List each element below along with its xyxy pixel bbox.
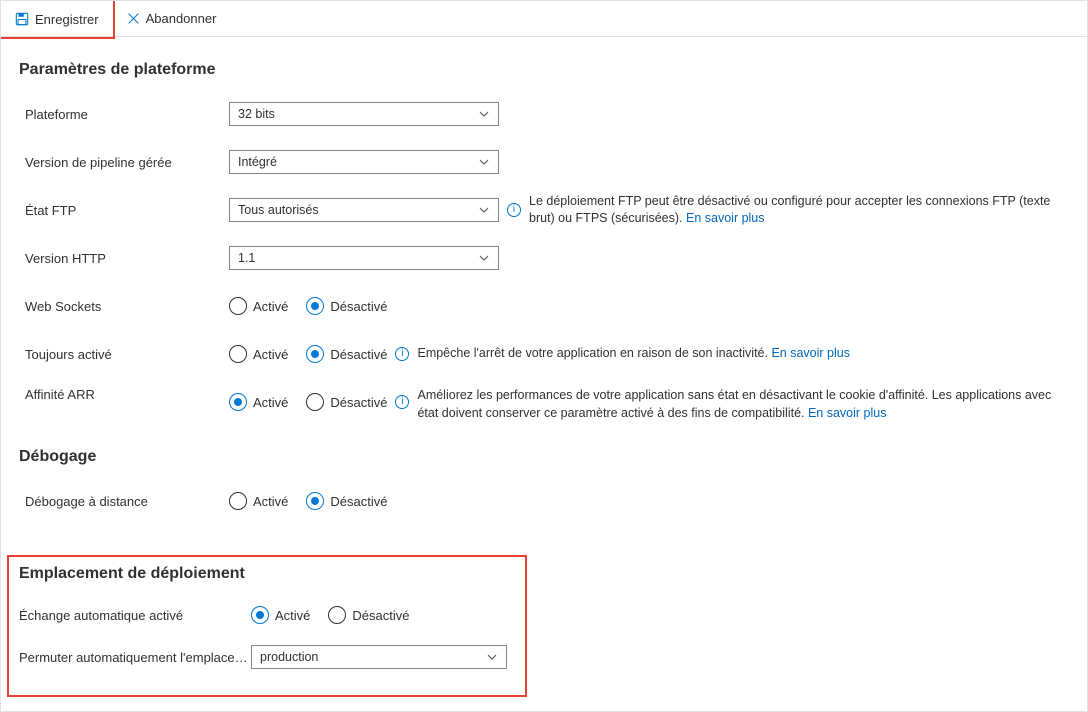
deployment-slot-panel: Emplacement de déploiement Échange autom… — [7, 555, 527, 697]
info-icon: i — [507, 203, 521, 217]
cancel-button[interactable]: Abandonner — [113, 1, 231, 36]
label-ftp: État FTP — [19, 203, 229, 218]
label-autoswap: Échange automatique activé — [19, 608, 251, 623]
chevron-down-icon — [478, 252, 490, 264]
save-label: Enregistrer — [35, 12, 99, 27]
radio-autoswap-off[interactable]: Désactivé — [328, 606, 409, 624]
row-arr: Affinité ARR Activé Désactivé i Améliore… — [19, 383, 1069, 422]
radio-debug-on-label: Activé — [253, 494, 288, 509]
section-title-platform: Paramètres de plateforme — [19, 61, 1069, 79]
radio-autoswap-on[interactable]: Activé — [251, 606, 310, 624]
radio-autoswap-on-label: Activé — [275, 608, 310, 623]
section-title-debug: Débogage — [19, 448, 1069, 466]
info-icon: i — [395, 347, 409, 361]
select-pipeline-value: Intégré — [238, 155, 277, 169]
select-platform-value: 32 bits — [238, 107, 275, 121]
section-title-slot: Emplacement de déploiement — [19, 565, 515, 583]
radio-group-websockets: Activé Désactivé — [229, 297, 387, 315]
save-button[interactable]: Enregistrer — [1, 1, 113, 37]
save-icon — [15, 12, 29, 26]
row-remote-debug: Débogage à distance Activé Désactivé — [19, 482, 1069, 520]
arr-learn-more-link[interactable]: En savoir plus — [808, 406, 887, 420]
ftp-desc-text: Le déploiement FTP peut être désactivé o… — [529, 194, 1050, 226]
radio-debug-on[interactable]: Activé — [229, 492, 288, 510]
row-alwayson: Toujours activé Activé Désactivé i Empêc… — [19, 335, 1069, 373]
radio-ws-on-label: Activé — [253, 299, 288, 314]
radio-group-alwayson: Activé Désactivé — [229, 345, 387, 363]
chevron-down-icon — [478, 108, 490, 120]
select-pipeline[interactable]: Intégré — [229, 150, 499, 174]
chevron-down-icon — [478, 156, 490, 168]
toolbar: Enregistrer Abandonner — [1, 1, 1087, 37]
select-platform[interactable]: 32 bits — [229, 102, 499, 126]
radio-arr-off-label: Désactivé — [330, 395, 387, 410]
label-autoswap-target: Permuter automatiquement l'emplacement d… — [19, 650, 251, 665]
radio-arr-on-label: Activé — [253, 395, 288, 410]
radio-group-arr: Activé Désactivé — [229, 387, 387, 411]
radio-ws-on[interactable]: Activé — [229, 297, 288, 315]
row-http: Version HTTP 1.1 — [19, 239, 1069, 277]
alwayson-desc-text: Empêche l'arrêt de votre application en … — [417, 346, 771, 360]
cancel-label: Abandonner — [146, 11, 217, 26]
select-autoswap-target-value: production — [260, 650, 318, 664]
select-http[interactable]: 1.1 — [229, 246, 499, 270]
radio-ws-off-label: Désactivé — [330, 299, 387, 314]
label-remote-debug: Débogage à distance — [19, 494, 229, 509]
radio-group-remote-debug: Activé Désactivé — [229, 492, 387, 510]
arr-desc-text: Améliorez les performances de votre appl… — [417, 388, 1051, 420]
arr-description: Améliorez les performances de votre appl… — [417, 387, 1069, 422]
label-http: Version HTTP — [19, 251, 229, 266]
radio-arr-on[interactable]: Activé — [229, 393, 288, 411]
ftp-description: Le déploiement FTP peut être désactivé o… — [529, 193, 1069, 228]
label-platform: Plateforme — [19, 107, 229, 122]
radio-ws-off[interactable]: Désactivé — [306, 297, 387, 315]
radio-arr-off[interactable]: Désactivé — [306, 393, 387, 411]
row-autoswap: Échange automatique activé Activé Désact… — [19, 601, 515, 629]
select-ftp[interactable]: Tous autorisés — [229, 198, 499, 222]
chevron-down-icon — [486, 651, 498, 663]
row-websockets: Web Sockets Activé Désactivé — [19, 287, 1069, 325]
radio-debug-off-label: Désactivé — [330, 494, 387, 509]
row-pipeline: Version de pipeline gérée Intégré — [19, 143, 1069, 181]
close-icon — [127, 12, 140, 25]
radio-always-on[interactable]: Activé — [229, 345, 288, 363]
select-ftp-value: Tous autorisés — [238, 203, 319, 217]
chevron-down-icon — [478, 204, 490, 216]
select-http-value: 1.1 — [238, 251, 255, 265]
radio-autoswap-off-label: Désactivé — [352, 608, 409, 623]
ftp-learn-more-link[interactable]: En savoir plus — [686, 211, 765, 225]
label-arr: Affinité ARR — [19, 387, 229, 402]
select-autoswap-target[interactable]: production — [251, 645, 507, 669]
radio-debug-off[interactable]: Désactivé — [306, 492, 387, 510]
radio-group-autoswap: Activé Désactivé — [251, 606, 409, 624]
label-websockets: Web Sockets — [19, 299, 229, 314]
label-pipeline: Version de pipeline gérée — [19, 155, 229, 170]
radio-always-on-label: Activé — [253, 347, 288, 362]
alwayson-learn-more-link[interactable]: En savoir plus — [771, 346, 850, 360]
row-platform: Plateforme 32 bits — [19, 95, 1069, 133]
alwayson-description: Empêche l'arrêt de votre application en … — [417, 345, 850, 363]
radio-always-off[interactable]: Désactivé — [306, 345, 387, 363]
info-icon: i — [395, 395, 409, 409]
radio-always-off-label: Désactivé — [330, 347, 387, 362]
label-alwayson: Toujours activé — [19, 347, 229, 362]
row-autoswap-target: Permuter automatiquement l'emplacement d… — [19, 643, 515, 671]
row-ftp: État FTP Tous autorisés i Le déploiement… — [19, 191, 1069, 229]
